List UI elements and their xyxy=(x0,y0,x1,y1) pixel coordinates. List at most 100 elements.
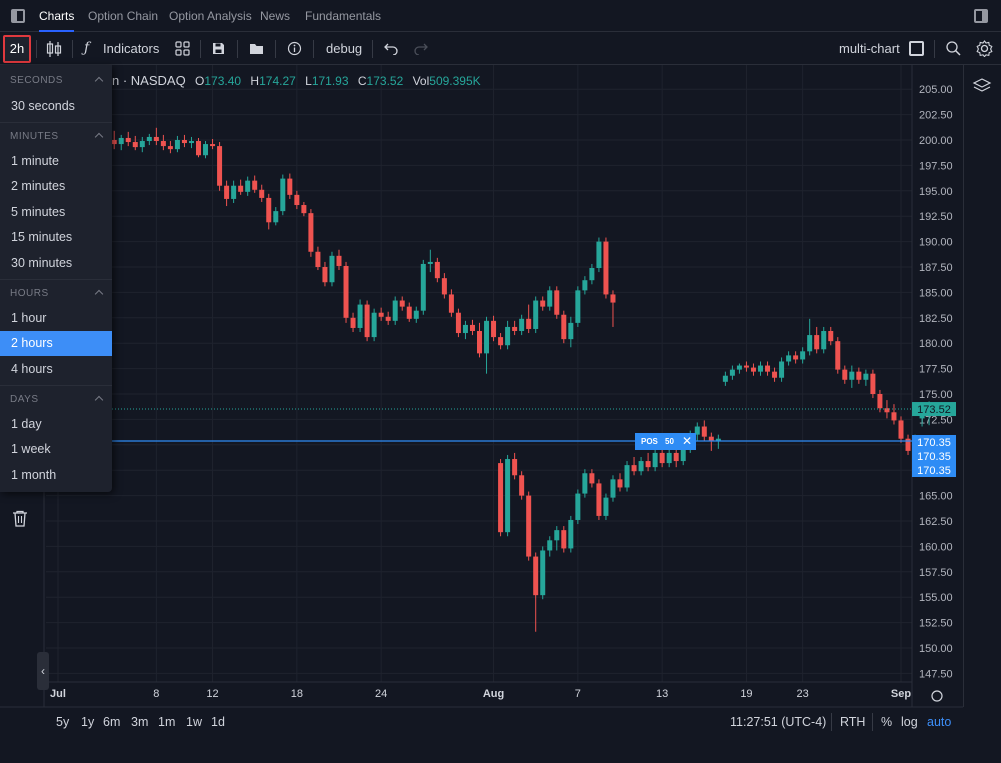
trash-icon[interactable] xyxy=(12,510,28,527)
chart-area[interactable]: 205.00 202.50 200.00 197.50 195.00 192.50 190.… xyxy=(0,65,1001,763)
range-1y-button[interactable]: 1y xyxy=(81,707,94,737)
percent-scale-toggle[interactable]: % xyxy=(881,707,892,737)
candle-body xyxy=(273,211,279,223)
section-minutes-label: MINUTES xyxy=(10,131,59,142)
volume-label: Vol xyxy=(412,74,430,88)
candle-body xyxy=(280,178,286,212)
range-5y-button[interactable]: 5y xyxy=(56,707,69,737)
candle-body xyxy=(259,189,265,198)
tab-fundamentals[interactable]: Fundamentals xyxy=(305,0,381,32)
interval-1-month[interactable]: 1 month xyxy=(0,463,112,488)
candle-body xyxy=(434,261,440,279)
settings-gear-icon[interactable] xyxy=(976,40,993,57)
interval-15-minutes[interactable]: 15 minutes xyxy=(0,225,112,250)
right-sidebar-toggle-icon[interactable] xyxy=(974,9,988,23)
candle-body xyxy=(371,312,377,338)
candle-body xyxy=(462,324,468,334)
range-3m-button[interactable]: 3m xyxy=(131,707,148,737)
section-hours[interactable]: HOURS xyxy=(0,279,112,307)
candle-body xyxy=(413,310,419,319)
debug-button[interactable]: debug xyxy=(326,32,362,65)
clock-timezone[interactable]: 11:27:51 (UTC-4) xyxy=(730,707,826,737)
candle-body xyxy=(652,452,658,468)
indicators-fx-icon[interactable]: ƒ xyxy=(84,32,89,65)
candle-body xyxy=(385,316,391,321)
interval-30-minutes[interactable]: 30 minutes xyxy=(0,251,112,276)
left-sidebar-toggle-icon[interactable] xyxy=(11,9,25,23)
candle-body xyxy=(680,448,686,462)
candlestick-type-icon[interactable] xyxy=(46,40,62,58)
tab-option-analysis[interactable]: Option Analysis xyxy=(169,0,252,32)
y-tick-label: 177.50 xyxy=(919,364,953,376)
tab-option-chain[interactable]: Option Chain xyxy=(88,0,158,32)
symbol-label[interactable]: n · NASDAQ xyxy=(112,73,186,88)
section-hours-label: HOURS xyxy=(10,288,49,299)
section-seconds[interactable]: SECONDS xyxy=(0,67,112,95)
x-tick-label: 12 xyxy=(206,688,218,700)
candle-body xyxy=(519,475,525,496)
chevron-up-icon xyxy=(94,395,104,405)
candle-body xyxy=(455,312,461,334)
quick-search-icon[interactable] xyxy=(945,40,962,57)
volume-value: 509.395K xyxy=(429,74,481,88)
range-6m-button[interactable]: 6m xyxy=(103,707,120,737)
y-tick-label: 195.00 xyxy=(919,186,953,198)
layout-grid-icon[interactable] xyxy=(175,41,190,56)
ohlc-legend: n · NASDAQ O173.40 H174.27 L171.93 C173.… xyxy=(112,72,481,90)
candle-body xyxy=(800,351,806,360)
candle-body xyxy=(491,320,497,338)
tab-news[interactable]: News xyxy=(260,0,290,32)
close-position-icon[interactable]: ✕ xyxy=(682,433,692,450)
section-minutes[interactable]: MINUTES xyxy=(0,122,112,150)
layers-icon[interactable] xyxy=(972,77,992,95)
undo-icon[interactable] xyxy=(384,43,398,55)
interval-30-seconds[interactable]: 30 seconds xyxy=(0,94,112,119)
candle-body xyxy=(701,426,707,437)
candle-body xyxy=(645,461,651,468)
section-days[interactable]: DAYS xyxy=(0,385,112,413)
multi-chart-checkbox[interactable] xyxy=(909,41,924,56)
interval-button[interactable]: 2h xyxy=(3,35,31,63)
price-chart[interactable]: 205.00 202.50 200.00 197.50 195.00 192.50 190.… xyxy=(0,65,1001,763)
chevron-up-icon xyxy=(94,76,104,86)
session-toggle[interactable]: RTH xyxy=(840,707,865,737)
chart-toolbar: 2h ƒ Indicators debug multi-chart xyxy=(0,32,1001,65)
interval-4-hours[interactable]: 4 hours xyxy=(0,357,112,382)
save-icon[interactable] xyxy=(212,42,225,55)
range-1m-button[interactable]: 1m xyxy=(158,707,175,737)
interval-2-minutes[interactable]: 2 minutes xyxy=(0,174,112,199)
interval-1-minute[interactable]: 1 minute xyxy=(0,149,112,174)
y-tick-label: 185.00 xyxy=(919,287,953,299)
position-label: POS xyxy=(641,437,658,446)
candle-body xyxy=(350,317,356,328)
y-tick-label: 165.00 xyxy=(919,491,953,503)
folder-icon[interactable] xyxy=(249,42,264,55)
candle-body xyxy=(666,452,672,464)
interval-1-day[interactable]: 1 day xyxy=(0,412,112,437)
candle-body xyxy=(603,497,609,516)
auto-scale-toggle[interactable]: auto xyxy=(927,707,951,737)
interval-2-hours[interactable]: 2 hours xyxy=(0,331,112,356)
candle-body xyxy=(224,185,230,199)
range-1d-button[interactable]: 1d xyxy=(211,707,225,737)
indicators-button[interactable]: Indicators xyxy=(103,32,159,65)
candle-body xyxy=(498,463,504,533)
interval-5-minutes[interactable]: 5 minutes xyxy=(0,200,112,225)
collapse-panel-chevron-icon[interactable]: ‹ xyxy=(37,652,49,690)
log-scale-toggle[interactable]: log xyxy=(901,707,918,737)
info-icon[interactable] xyxy=(287,41,302,56)
x-tick-label: 19 xyxy=(740,688,752,700)
bottom-divider xyxy=(831,713,832,731)
candle-body xyxy=(125,137,131,143)
candle-body xyxy=(610,294,616,303)
candle-body xyxy=(828,331,834,342)
redo-icon[interactable] xyxy=(414,43,428,55)
position-tag[interactable]: POS 50 ✕ xyxy=(635,433,696,450)
candle-body xyxy=(392,300,398,321)
interval-1-hour[interactable]: 1 hour xyxy=(0,306,112,331)
interval-1-week[interactable]: 1 week xyxy=(0,437,112,462)
tab-charts[interactable]: Charts xyxy=(39,0,75,32)
x-tick-label: 7 xyxy=(575,688,581,700)
candle-body xyxy=(870,373,876,394)
range-1w-button[interactable]: 1w xyxy=(186,707,202,737)
